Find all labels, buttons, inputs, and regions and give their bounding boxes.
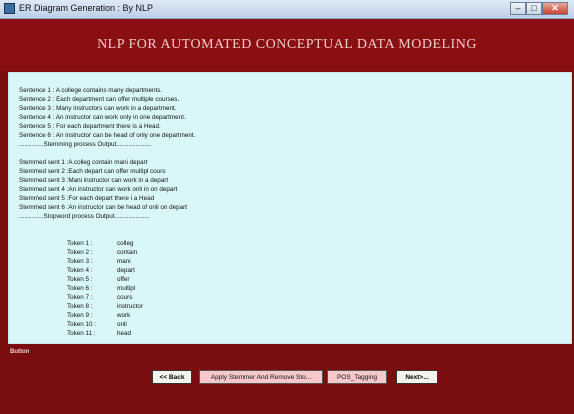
minimize-icon[interactable]: – (510, 2, 526, 15)
stemmed-line: Stemmed sent 2 :Each depart can offer mu… (19, 168, 166, 175)
stemmed-line: Stemmed sent 4 :An instructor can work o… (19, 186, 178, 193)
app-header: NLP FOR AUTOMATED CONCEPTUAL DATA MODELI… (0, 19, 574, 71)
token-label: Token 10 : (67, 321, 97, 328)
stemmed-line: Stemmed sent 5 :For each depart there i … (19, 195, 155, 202)
back-button[interactable]: << Back (152, 370, 192, 384)
token-label: Token 4 : (67, 267, 93, 274)
stemmed-line: Stemmed sent 1 :A colleg contain mani de… (19, 159, 148, 166)
button-bar: << Back Apply Stemmer And Remove Sto... … (0, 355, 574, 414)
window-controls: – □ ✕ (510, 2, 568, 15)
output-panel: Sentence 1 : A college contains many dep… (8, 72, 572, 344)
token-label: Token 11 : (67, 330, 96, 337)
apply-stemmer-button[interactable]: Apply Stemmer And Remove Sto... (199, 370, 323, 384)
sentence-line: Sentence 1 : A college contains many dep… (19, 87, 163, 94)
token-label: Token 3 : (67, 258, 93, 265)
token-label: Token 2 : (67, 249, 93, 256)
token-value: multipl (117, 285, 136, 292)
token-value: contain (117, 249, 138, 256)
token-value: onli (117, 321, 127, 328)
sentence-line: Sentence 2 : Each department can offer m… (19, 96, 180, 103)
next-button[interactable]: Next>... (396, 370, 438, 384)
token-label: Token 1 : (67, 240, 93, 247)
sentence-line: Sentence 5 : For each department there i… (19, 123, 161, 130)
token-label: Token 9 : (67, 312, 93, 319)
token-label: Token 6 : (67, 285, 93, 292)
token-value: instructor (117, 303, 143, 310)
token-value: mani (117, 258, 131, 265)
token-value: work (117, 312, 131, 319)
window-title: ER Diagram Generation : By NLP (19, 3, 154, 13)
window-titlebar: ER Diagram Generation : By NLP – □ ✕ (0, 0, 574, 19)
token-value: depart (117, 267, 135, 274)
pos-tagging-button[interactable]: POS_Tagging (327, 370, 387, 384)
app-icon (4, 3, 15, 14)
token-value: offer (117, 276, 130, 283)
page-title: NLP FOR AUTOMATED CONCEPTUAL DATA MODELI… (97, 37, 477, 52)
sentence-line: Sentence 3 : Many instructors can work i… (19, 105, 177, 112)
token-value: head (117, 330, 132, 337)
token-value: colleg (117, 240, 134, 247)
stemmed-line: Stemmed sent 3 :Mani instructor can work… (19, 177, 169, 184)
stopword-header: ..............Stopword process Output...… (19, 213, 150, 220)
token-label: Token 5 : (67, 276, 93, 283)
sentence-line: Sentence 4 : An instructor can work only… (19, 114, 186, 121)
token-label: Token 7 : (67, 294, 93, 301)
maximize-icon[interactable]: □ (526, 2, 542, 15)
stemmed-line: Stemmed sent 6 :An instructor can be hea… (19, 204, 188, 211)
token-value: cours (117, 294, 133, 301)
close-icon[interactable]: ✕ (542, 2, 568, 15)
sentence-line: Sentence 6 : An instructor can be head o… (19, 132, 196, 139)
stemming-header: ..............Stemming process Output...… (19, 141, 152, 148)
token-label: Token 8 : (67, 303, 93, 310)
